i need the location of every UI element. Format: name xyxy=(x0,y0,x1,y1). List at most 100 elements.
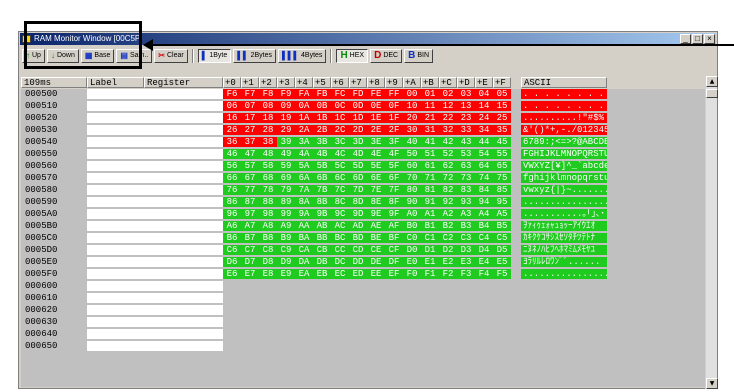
byte-cell[interactable]: 7D xyxy=(349,185,367,195)
byte-cell[interactable]: 25 xyxy=(493,113,511,123)
byte-cell[interactable] xyxy=(277,341,295,351)
register-header[interactable]: Register xyxy=(144,77,223,88)
byte-cell[interactable]: E8 xyxy=(259,269,277,279)
byte-cell[interactable]: 9E xyxy=(367,209,385,219)
label-cell[interactable] xyxy=(87,101,144,111)
byte-cell[interactable]: D5 xyxy=(493,245,511,255)
memory-row[interactable]: 0005E0 D6 D7 D8 D9 DA DB DC DD DE DF E0 E1 E2 E3 E4 E5 ﾖﾗ… xyxy=(21,257,607,267)
byte-cell[interactable]: 92 xyxy=(439,197,457,207)
byte-cell[interactable]: 15 xyxy=(493,101,511,111)
byte-cell[interactable]: 0F xyxy=(385,101,403,111)
byte-cell[interactable]: 05 xyxy=(493,89,511,99)
byte-cell[interactable] xyxy=(457,281,475,291)
byte-cell[interactable]: 1D xyxy=(349,113,367,123)
byte-cell[interactable]: FA xyxy=(295,89,313,99)
byte-cell[interactable]: B7 xyxy=(241,233,259,243)
byte-cell[interactable] xyxy=(457,341,475,351)
byte-cell[interactable] xyxy=(403,305,421,315)
byte-cell[interactable]: 8E xyxy=(367,197,385,207)
byte-cell[interactable]: 0B xyxy=(313,101,331,111)
register-cell[interactable] xyxy=(144,173,223,183)
byte-cell[interactable]: 16 xyxy=(223,113,241,123)
memory-row[interactable]: 0005B0 A6 A7 A8 A9 AA AB AC AD AE AF B0 B1 B2 B3 B4 B5 ｦｧ… xyxy=(21,221,607,231)
byte-cell[interactable]: 33 xyxy=(457,125,475,135)
interval-header[interactable]: 109ms xyxy=(21,77,87,88)
label-cell[interactable] xyxy=(87,305,144,315)
byte-cell[interactable]: 30 xyxy=(403,125,421,135)
byte-cell[interactable]: E1 xyxy=(421,257,439,267)
byte-cell[interactable]: C0 xyxy=(403,233,421,243)
byte-cell[interactable]: D3 xyxy=(457,245,475,255)
register-cell[interactable] xyxy=(144,257,223,267)
byte-cell[interactable] xyxy=(475,305,493,315)
register-cell[interactable] xyxy=(144,281,223,291)
byte-cell[interactable]: A3 xyxy=(457,209,475,219)
byte-cell[interactable]: 06 xyxy=(223,101,241,111)
byte-cell[interactable]: 7A xyxy=(295,185,313,195)
byte-cell[interactable] xyxy=(403,293,421,303)
byte-cell[interactable]: 70 xyxy=(403,173,421,183)
byte-cell[interactable]: D6 xyxy=(223,257,241,267)
byte-cell[interactable]: 93 xyxy=(457,197,475,207)
label-cell[interactable] xyxy=(87,329,144,339)
byte-cell[interactable] xyxy=(241,329,259,339)
byte-cell[interactable]: 95 xyxy=(493,197,511,207)
byte-cell[interactable] xyxy=(457,329,475,339)
byte-cell[interactable]: 02 xyxy=(439,89,457,99)
byte-cell[interactable]: 1C xyxy=(331,113,349,123)
byte-cell[interactable] xyxy=(241,281,259,291)
byte-cell[interactable]: 07 xyxy=(241,101,259,111)
label-cell[interactable] xyxy=(87,245,144,255)
byte-cell[interactable]: 5C xyxy=(331,161,349,171)
memory-row[interactable]: 000530 26 27 28 29 2A 2B 2C 2D 2E 2F 30 31 32 33 34 35 &'… xyxy=(21,125,607,135)
byte-cell[interactable] xyxy=(493,293,511,303)
byte-cell[interactable]: 68 xyxy=(259,173,277,183)
byte-cell[interactable]: C9 xyxy=(277,245,295,255)
byte-cell[interactable] xyxy=(223,281,241,291)
memory-row[interactable]: 000600 xyxy=(21,281,607,291)
label-cell[interactable] xyxy=(87,233,144,243)
byte-cell[interactable]: AC xyxy=(331,221,349,231)
byte-cell[interactable]: B1 xyxy=(421,221,439,231)
byte-cell[interactable]: A4 xyxy=(475,209,493,219)
byte-cell[interactable] xyxy=(349,293,367,303)
byte-cell[interactable]: 1A xyxy=(295,113,313,123)
byte-cell[interactable] xyxy=(313,305,331,315)
byte-cell[interactable] xyxy=(241,305,259,315)
byte-cell[interactable]: 21 xyxy=(421,113,439,123)
byte-cell[interactable] xyxy=(241,317,259,327)
byte-cell[interactable]: BB xyxy=(313,233,331,243)
byte-cell[interactable]: 9B xyxy=(313,209,331,219)
byte-cell[interactable]: 34 xyxy=(475,125,493,135)
label-cell[interactable] xyxy=(87,197,144,207)
byte-cell[interactable]: E4 xyxy=(475,257,493,267)
byte-cell[interactable]: 3C xyxy=(331,137,349,147)
2bytes-button[interactable]: ▌▌ 2Bytes xyxy=(233,48,277,63)
byte-cell[interactable] xyxy=(493,305,511,315)
byte-cell[interactable] xyxy=(457,317,475,327)
byte-cell[interactable]: BE xyxy=(367,233,385,243)
byte-cell[interactable]: E0 xyxy=(403,257,421,267)
byte-cell[interactable] xyxy=(277,293,295,303)
byte-cell[interactable]: ED xyxy=(349,269,367,279)
byte-cell[interactable]: E3 xyxy=(457,257,475,267)
byte-cell[interactable]: E7 xyxy=(241,269,259,279)
byte-cell[interactable]: 48 xyxy=(259,149,277,159)
byte-cell[interactable] xyxy=(259,329,277,339)
byte-cell[interactable] xyxy=(385,329,403,339)
byte-cell[interactable]: B0 xyxy=(403,221,421,231)
memory-grid[interactable]: 000500 F6 F7 F8 F9 FA FB FC FD FE FF 00 01 02 03 04 05 . … xyxy=(21,89,705,387)
byte-cell[interactable] xyxy=(493,341,511,351)
byte-cell[interactable]: F4 xyxy=(475,269,493,279)
label-cell[interactable] xyxy=(87,209,144,219)
byte-cell[interactable] xyxy=(475,293,493,303)
byte-cell[interactable] xyxy=(241,293,259,303)
byte-cell[interactable]: 85 xyxy=(493,185,511,195)
byte-cell[interactable]: 8F xyxy=(385,197,403,207)
byte-cell[interactable]: 7E xyxy=(367,185,385,195)
byte-cell[interactable]: 77 xyxy=(241,185,259,195)
hex-button[interactable]: H HEX xyxy=(336,48,369,63)
byte-cell[interactable]: 9D xyxy=(349,209,367,219)
byte-cell[interactable]: 0A xyxy=(295,101,313,111)
byte-cell[interactable]: 23 xyxy=(457,113,475,123)
